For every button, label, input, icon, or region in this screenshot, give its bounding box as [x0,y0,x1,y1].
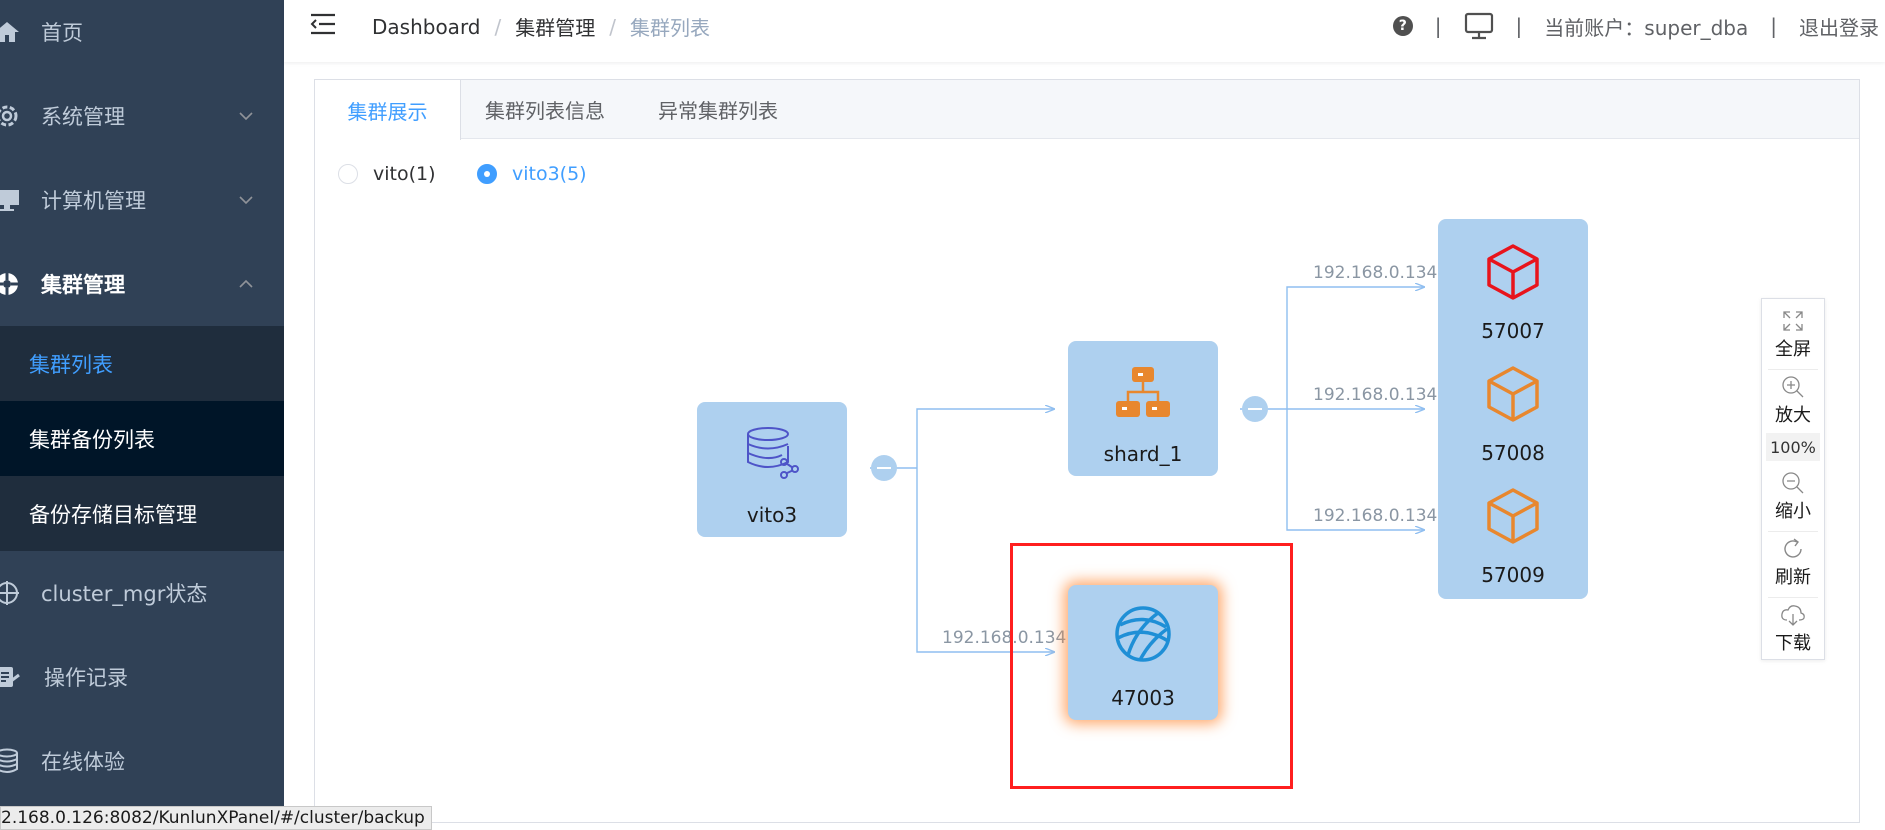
topology-node-storage[interactable]: 57007 [1438,219,1588,353]
topology-node-storage[interactable]: 57009 [1438,463,1588,597]
radio-circle[interactable] [338,164,358,184]
breadcrumb-item[interactable]: Dashboard [372,15,481,39]
fullscreen-button[interactable]: 全屏 [1762,309,1824,361]
header-actions: ? | | 当前账户：super_dba | 退出登录 [1392,0,1885,52]
node-label: vito3 [746,503,798,527]
sidebar-item-label: 计算机管理 [41,189,146,213]
radio-circle[interactable] [477,164,497,184]
edge-ip-label: 192.168.0.134 [1313,506,1438,526]
sidebar-item-label: 首页 [41,21,83,45]
topology-node-shard[interactable]: shard_1 [1068,341,1218,476]
chevron-down-icon [239,196,253,205]
node-label: 57008 [1481,441,1545,465]
graph-toolbox: 全屏 放大 100% 缩小 刷新 下载 [1761,298,1825,660]
sitemap-icon [1116,367,1170,417]
download-button[interactable]: 下载 [1762,603,1824,655]
sidebar-subitem-label: 集群备份列表 [29,427,155,452]
hamburger-menu-icon[interactable] [310,12,336,36]
toolbox-divider [1768,597,1818,598]
node-label: shard_1 [1103,442,1183,466]
radio-cluster-vito3[interactable]: vito3(5) [477,163,587,185]
database-icon [0,746,22,776]
edge-ip-label: 192.168.0.134 [1313,385,1438,405]
chevron-down-icon [239,112,253,121]
sidebar-item-cluster-mgr[interactable]: cluster_mgr状态 [0,551,284,635]
zoom-in-button[interactable]: 放大 [1762,375,1824,427]
screen-monitor-icon[interactable] [1464,12,1494,40]
cube-icon [1487,488,1539,544]
edge-ip-label: 192.168.0.134 [1313,263,1438,283]
sidebar-item-op-log[interactable]: 操作记录 [0,635,284,719]
zoom-out-button[interactable]: 缩小 [1762,471,1824,523]
top-navbar: Dashboard / 集群管理 / 集群列表 ? | | 当前账户：super… [284,0,1885,62]
sidebar-item-label: 系统管理 [41,105,125,129]
header-divider: | [1770,14,1777,38]
tool-label: 下载 [1775,633,1811,654]
zoom-in-icon [1782,376,1804,398]
help-icon[interactable]: ? [1392,16,1413,36]
highlight-annotation-box [1010,543,1293,789]
toolbox-divider [1768,531,1818,532]
breadcrumb-item-current: 集群列表 [630,16,711,40]
breadcrumb-separator: / [609,14,617,39]
sidebar-item-system[interactable]: 系统管理 [0,74,284,158]
refresh-button[interactable]: 刷新 [1762,537,1824,589]
zoom-level: 100% [1766,433,1820,461]
breadcrumb: Dashboard / 集群管理 / 集群列表 [372,12,710,41]
sidebar-item-label: cluster_mgr状态 [41,582,208,606]
radio-label: vito3(5) [512,163,587,185]
collapse-toggle[interactable] [1242,396,1268,422]
sidebar-item-label: 操作记录 [44,666,128,690]
collapse-toggle[interactable] [871,455,897,481]
sidebar-subitem-label: 集群列表 [29,352,113,377]
sidebar-subitem-label: 备份存储目标管理 [29,502,197,527]
cluster-icon [0,269,22,299]
database-share-icon [747,427,799,479]
sidebar-item-label: 集群管理 [41,273,125,297]
topology-node-cluster[interactable]: vito3 [697,402,847,537]
tool-label: 放大 [1775,405,1811,426]
refresh-icon [1784,538,1802,558]
tab-cluster-display[interactable]: 集群展示 [315,80,461,140]
cube-icon [1487,244,1539,300]
tab-cluster-list-info[interactable]: 集群列表信息 [461,80,629,139]
toolbox-divider [1768,369,1818,370]
monitor-icon [0,185,22,215]
breadcrumb-separator: / [494,14,502,39]
radio-cluster-vito[interactable]: vito(1) [338,163,436,185]
breadcrumb-item[interactable]: 集群管理 [515,12,595,41]
cube-icon [1487,366,1539,422]
sidebar-item-computers[interactable]: 计算机管理 [0,158,284,242]
radio-label: vito(1) [373,163,436,185]
tab-abnormal-clusters[interactable]: 异常集群列表 [629,80,807,139]
chevron-up-icon [239,279,253,288]
log-icon [0,662,22,692]
tool-label: 刷新 [1775,567,1811,588]
current-account: 当前账户：super_dba [1544,15,1749,40]
sidebar-subitem-backup-storage[interactable]: 备份存储目标管理 [0,476,284,551]
tool-label: 缩小 [1775,501,1811,522]
cloud-download-icon [1781,605,1805,626]
node-label: 57009 [1481,563,1545,587]
header-divider: | [1434,14,1442,38]
tab-bar: 集群展示 集群列表信息 异常集群列表 [315,80,1859,140]
crosshair-icon [0,578,22,608]
home-icon [0,17,22,47]
browser-status-url: 2.168.0.126:8082/KunlunXPanel/#/cluster/… [0,806,432,830]
sidebar-item-cluster[interactable]: 集群管理 [0,242,284,326]
node-label: 57007 [1481,319,1545,343]
sidebar-subitem-cluster-backup[interactable]: 集群备份列表 [0,401,284,476]
header-divider: | [1515,14,1523,38]
fullscreen-icon [1783,311,1803,331]
sidebar-item-label: 在线体验 [41,750,125,774]
sidebar-subitem-cluster-list[interactable]: 集群列表 [0,326,284,401]
logout-button[interactable]: 退出登录 [1799,12,1879,41]
topology-node-storage[interactable]: 57008 [1438,341,1588,475]
gear-icon [0,101,22,131]
sidebar-item-online-trial[interactable]: 在线体验 [0,719,284,803]
zoom-out-icon [1782,472,1804,494]
tool-label: 全屏 [1775,339,1811,360]
sidebar: 首页 系统管理 计算机管理 集群管理 集群列表 集群备份列表 备份存储目标管理 … [0,0,284,830]
sidebar-item-home[interactable]: 首页 [0,0,284,74]
